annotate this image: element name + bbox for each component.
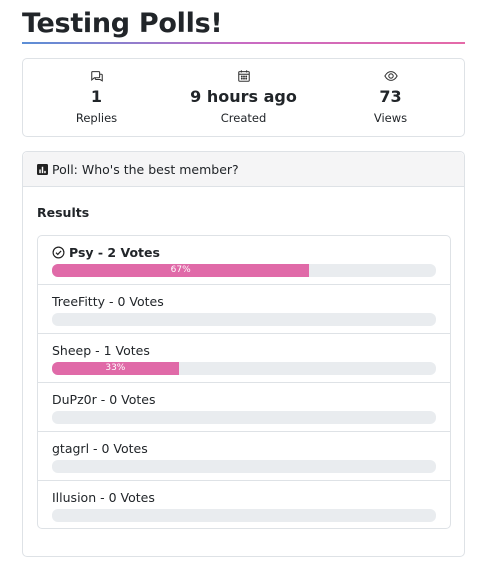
topic-title: Testing Polls!: [22, 8, 223, 39]
progress-track: [52, 460, 436, 473]
poll-question: Poll: Who's the best member?: [52, 161, 239, 177]
poll-card: Poll: Who's the best member? Results Psy…: [22, 151, 465, 557]
poll-options-list: Psy - 2 Votes 67% TreeFitty - 0 Votes Sh…: [37, 235, 451, 529]
stat-replies: 1 Replies: [23, 59, 170, 136]
chat-bubbles-icon: [90, 71, 103, 82]
progress-track: [52, 411, 436, 424]
results-heading: Results: [37, 205, 90, 220]
progress-track: 67%: [52, 264, 436, 277]
stat-created: 9 hours ago Created: [170, 59, 317, 136]
progress-track: [52, 509, 436, 522]
progress-track: [52, 313, 436, 326]
progress-bar: 33%: [52, 362, 179, 375]
poll-option: gtagrl - 0 Votes: [38, 432, 450, 481]
poll-option-label-wrap: Psy - 2 Votes: [52, 245, 160, 260]
calendar-icon: [237, 70, 250, 82]
poll-option: TreeFitty - 0 Votes: [38, 285, 450, 334]
poll-option: Sheep - 1 Votes 33%: [38, 334, 450, 383]
poll-option: Illusion - 0 Votes: [38, 481, 450, 530]
replies-count: 1: [90, 87, 103, 106]
poll-option: Psy - 2 Votes 67%: [38, 236, 450, 285]
stat-views: 73 Views: [317, 59, 464, 136]
progress-track: 33%: [52, 362, 436, 375]
eye-icon: [383, 71, 398, 81]
title-underline: [22, 42, 465, 44]
progress-bar: 67%: [52, 264, 310, 277]
poll-option-label: Psy - 2 Votes: [69, 245, 160, 260]
poll-option-label: TreeFitty - 0 Votes: [52, 294, 164, 309]
bar-chart-icon: [37, 163, 48, 175]
poll-option-label: gtagrl - 0 Votes: [52, 441, 148, 456]
poll-option-label: Illusion - 0 Votes: [52, 490, 155, 505]
replies-label: Replies: [75, 111, 118, 125]
poll-option-label: Sheep - 1 Votes: [52, 343, 150, 358]
poll-option-label: DuPz0r - 0 Votes: [52, 392, 156, 407]
views-count: 73: [379, 87, 402, 106]
views-label: Views: [373, 111, 408, 125]
check-circle-icon: [52, 246, 65, 259]
poll-option: DuPz0r - 0 Votes: [38, 383, 450, 432]
poll-header: Poll: Who's the best member?: [23, 152, 464, 187]
topic-stats: 1 Replies 9 hours ago Created 73 Views: [22, 58, 465, 137]
created-label: Created: [220, 111, 267, 125]
created-value: 9 hours ago: [190, 87, 297, 106]
